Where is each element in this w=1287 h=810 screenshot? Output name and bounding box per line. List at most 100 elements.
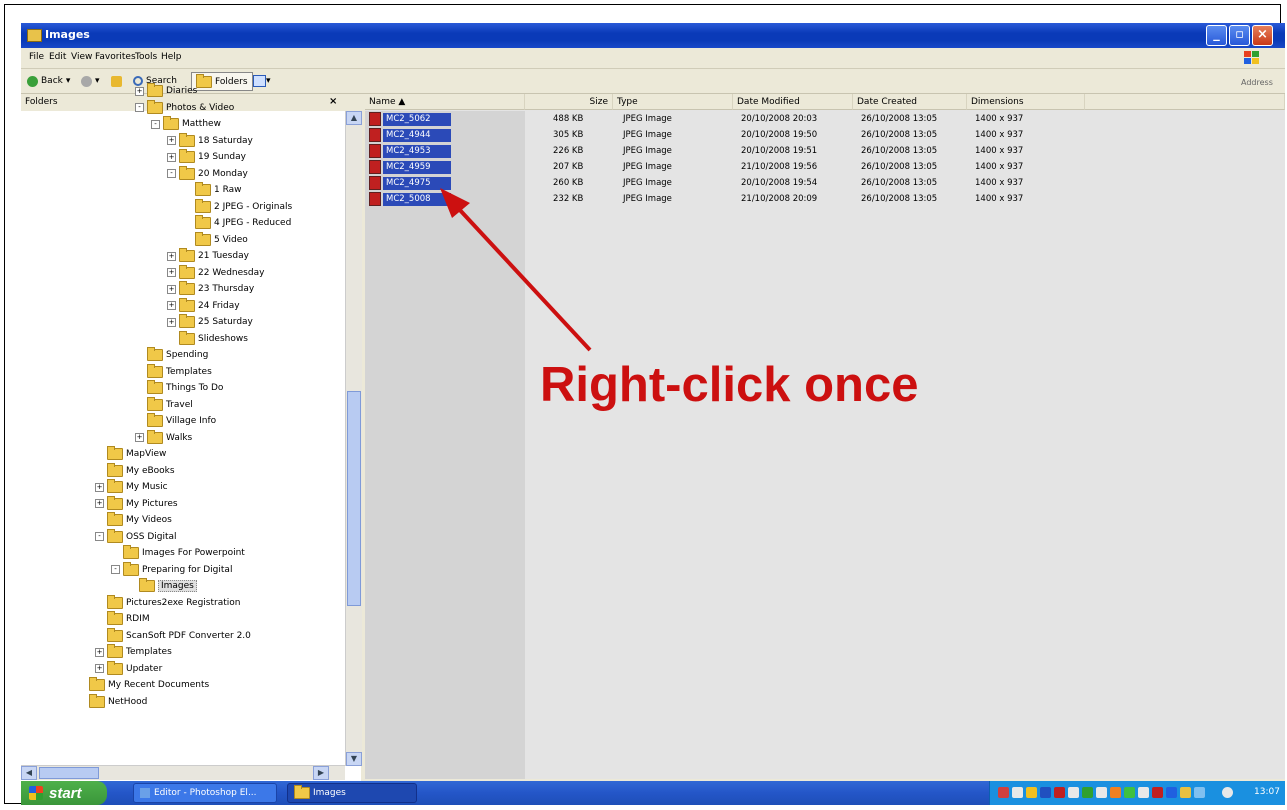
expand-icon[interactable]: + bbox=[167, 152, 176, 162]
folder-tree-vertical-scrollbar[interactable]: ▲ ▼ bbox=[345, 111, 362, 766]
tree-item[interactable]: +25 Saturday bbox=[167, 314, 253, 330]
close-button[interactable]: × bbox=[1252, 25, 1273, 46]
tree-item[interactable]: +21 Tuesday bbox=[167, 248, 249, 264]
window-titlebar[interactable]: Images _ ▫ × bbox=[21, 23, 1285, 48]
column-header-date-modified[interactable]: Date Modified bbox=[733, 94, 853, 110]
taskbar-item-images[interactable]: Images bbox=[287, 783, 417, 803]
tree-item[interactable]: My eBooks bbox=[95, 462, 175, 479]
collapse-icon[interactable]: - bbox=[95, 532, 104, 541]
tree-item[interactable]: + My Pictures bbox=[95, 495, 178, 512]
folder-tree-horizontal-scrollbar[interactable]: ◀ ▶ bbox=[21, 765, 345, 780]
forward-button[interactable]: ▾ bbox=[81, 73, 100, 89]
file-row[interactable]: MC2_4959 207 KB JPEG Image 21/10/2008 19:56… bbox=[365, 159, 1285, 175]
menu-file[interactable]: File bbox=[29, 52, 44, 62]
minimize-button[interactable]: _ bbox=[1206, 25, 1227, 46]
scroll-down-icon[interactable]: ▼ bbox=[346, 752, 362, 766]
expand-icon[interactable]: + bbox=[95, 647, 104, 657]
tree-item[interactable]: 1 Raw bbox=[183, 182, 242, 198]
expand-icon[interactable]: + bbox=[167, 268, 176, 277]
expand-icon[interactable]: + bbox=[167, 136, 176, 145]
tray-icon[interactable] bbox=[1138, 787, 1149, 798]
close-pane-icon[interactable]: × bbox=[329, 96, 337, 107]
tree-item[interactable]: NetHood bbox=[77, 693, 147, 710]
tree-item[interactable]: Images bbox=[127, 578, 197, 594]
tray-icon[interactable] bbox=[1054, 787, 1065, 798]
menu-view[interactable]: View bbox=[71, 52, 92, 62]
expand-icon[interactable]: + bbox=[95, 482, 104, 492]
tree-item[interactable]: - Preparing for Digital bbox=[111, 561, 232, 578]
up-folder-button[interactable] bbox=[111, 73, 125, 89]
column-header-name[interactable]: Name ▲ bbox=[365, 94, 525, 110]
tree-item[interactable]: +19 Sunday bbox=[167, 149, 246, 165]
scroll-left-icon[interactable]: ◀ bbox=[21, 766, 37, 780]
tree-item[interactable]: Things To Do bbox=[135, 380, 223, 396]
clock-icon[interactable] bbox=[1222, 787, 1233, 798]
views-button[interactable]: ▾ bbox=[253, 73, 271, 89]
tree-item[interactable]: +22 Wednesday bbox=[167, 264, 264, 281]
expand-icon[interactable]: + bbox=[167, 317, 176, 327]
column-header-type[interactable]: Type bbox=[613, 94, 733, 110]
menu-edit[interactable]: Edit bbox=[49, 52, 66, 62]
tree-item[interactable]: +23 Thursday bbox=[167, 281, 254, 297]
tree-item[interactable]: Travel bbox=[135, 396, 193, 413]
expand-icon[interactable]: + bbox=[167, 284, 176, 294]
tree-item[interactable]: 4 JPEG - Reduced bbox=[183, 215, 291, 231]
expand-icon[interactable]: + bbox=[135, 433, 144, 442]
tree-item[interactable]: Images For Powerpoint bbox=[111, 545, 245, 561]
tree-item[interactable]: 5 Video bbox=[183, 231, 248, 248]
taskbar-item-photoshop[interactable]: Editor - Photoshop El... bbox=[133, 783, 277, 803]
file-name-cell[interactable]: MC2_4975 bbox=[369, 176, 451, 190]
file-row[interactable]: MC2_4953 226 KB JPEG Image 20/10/2008 19:51… bbox=[365, 143, 1285, 159]
tree-item[interactable]: + Walks bbox=[135, 429, 192, 446]
scroll-up-icon[interactable]: ▲ bbox=[346, 111, 362, 125]
scroll-right-icon[interactable]: ▶ bbox=[313, 766, 329, 780]
tray-icon[interactable] bbox=[1012, 787, 1023, 798]
folders-button[interactable]: Folders bbox=[191, 72, 253, 91]
tray-icon[interactable] bbox=[1082, 787, 1093, 798]
file-name-cell[interactable]: MC2_4944 bbox=[369, 128, 451, 142]
tray-icon[interactable] bbox=[1124, 787, 1135, 798]
tree-item[interactable]: - Matthew bbox=[151, 116, 221, 132]
scroll-thumb[interactable] bbox=[347, 391, 361, 606]
tree-item[interactable]: + Updater bbox=[95, 660, 162, 677]
tree-item[interactable]: Spending bbox=[135, 347, 208, 363]
tray-icon[interactable] bbox=[1152, 787, 1163, 798]
horizontal-scroll-thumb[interactable] bbox=[39, 767, 99, 779]
tree-item[interactable]: Slideshows bbox=[167, 330, 248, 347]
collapse-icon[interactable]: - bbox=[167, 169, 176, 178]
clock[interactable]: 13:07 bbox=[1254, 787, 1280, 797]
tree-item[interactable]: + Templates bbox=[95, 644, 172, 660]
file-row[interactable]: MC2_4975 260 KB JPEG Image 20/10/2008 19:54… bbox=[365, 175, 1285, 191]
tree-item[interactable]: +18 Saturday bbox=[167, 132, 253, 149]
collapse-icon[interactable]: - bbox=[111, 565, 120, 574]
tree-item[interactable]: 2 JPEG - Originals bbox=[183, 198, 292, 215]
tree-item[interactable]: My Recent Documents bbox=[77, 677, 209, 693]
tree-item[interactable]: RDIM bbox=[95, 611, 150, 627]
tray-icon[interactable] bbox=[1166, 787, 1177, 798]
file-name-cell[interactable]: MC2_5008 bbox=[369, 192, 451, 206]
tree-item[interactable]: - 20 Monday bbox=[167, 165, 248, 182]
file-row[interactable]: MC2_5008 232 KB JPEG Image 21/10/2008 20:09… bbox=[365, 191, 1285, 207]
tray-icon[interactable] bbox=[1040, 787, 1051, 798]
expand-icon[interactable]: + bbox=[95, 499, 104, 508]
menu-help[interactable]: Help bbox=[161, 52, 182, 62]
tree-item[interactable]: - Photos & Video bbox=[135, 99, 234, 116]
column-header-date-created[interactable]: Date Created bbox=[853, 94, 967, 110]
file-name-cell[interactable]: MC2_4953 bbox=[369, 144, 451, 158]
tree-item[interactable]: MapView bbox=[95, 446, 166, 462]
expand-icon[interactable]: + bbox=[167, 301, 176, 310]
tree-item[interactable]: Pictures2exe Registration bbox=[95, 594, 240, 611]
column-header-dimensions[interactable]: Dimensions bbox=[967, 94, 1085, 110]
start-button[interactable]: start bbox=[21, 781, 107, 805]
tray-icon[interactable] bbox=[1096, 787, 1107, 798]
tree-item[interactable]: +24 Friday bbox=[167, 297, 240, 314]
file-name-cell[interactable]: MC2_4959 bbox=[369, 160, 451, 174]
tree-item[interactable]: Village Info bbox=[135, 413, 216, 429]
tree-item[interactable]: + My Music bbox=[95, 479, 168, 495]
tray-icon[interactable] bbox=[1026, 787, 1037, 798]
menu-tools[interactable]: Tools bbox=[135, 52, 157, 62]
column-header-size[interactable]: Size bbox=[525, 94, 613, 110]
tray-icon[interactable] bbox=[1110, 787, 1121, 798]
collapse-icon[interactable]: - bbox=[135, 103, 144, 112]
tray-icon[interactable] bbox=[1194, 787, 1205, 798]
